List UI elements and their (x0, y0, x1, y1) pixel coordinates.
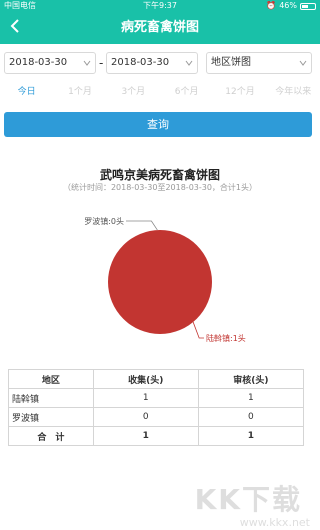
battery-text: 46% (279, 1, 297, 10)
chevron-down-icon (83, 60, 91, 66)
watermark-logo: KK下载 (194, 483, 302, 516)
pie-leader-line (126, 220, 158, 231)
chart-subtitle: （统计时间：2018-03-30至2018-03-30，合计1头） (62, 183, 258, 192)
status-right: ⏰ 46% (266, 0, 316, 12)
total-collected: 1 (92, 426, 199, 446)
watermark: KK下载 www.kkx.net (164, 478, 314, 530)
tab-12-months[interactable]: 12个月 (213, 84, 266, 100)
date-separator: - (99, 56, 104, 70)
reviewed-cell: 1 (197, 388, 305, 408)
watermark-url: www.kkx.net (239, 516, 310, 529)
data-table: 地区 收集(头) 审核(头) 陆斡镇 1 1 罗波镇 0 0 合 计 1 1 (8, 369, 305, 446)
end-date-select[interactable]: 2018-03-30 (106, 52, 198, 74)
alarm-icon: ⏰ (266, 1, 277, 10)
region-cell: 罗波镇 (8, 407, 94, 427)
region-cell: 陆斡镇 (8, 388, 94, 408)
chevron-down-icon (299, 60, 307, 66)
tab-year-to-date[interactable]: 今年以来 (267, 84, 320, 100)
chart-title: 武鸣京美病死畜禽饼图 (99, 168, 220, 182)
table-total-row: 合 计 1 1 (8, 426, 305, 446)
collected-cell: 1 (92, 388, 199, 408)
status-bar: 中国电信 下午9:37 ⏰ 46% (0, 0, 320, 12)
column-header-region: 地区 (8, 369, 94, 389)
chevron-down-icon (185, 60, 193, 66)
column-header-collected: 收集(头) (92, 369, 199, 389)
pie-slice-label: 罗波镇:0头 (84, 216, 124, 226)
start-date-select[interactable]: 2018-03-30 (4, 52, 96, 74)
table-row: 罗波镇 0 0 (8, 407, 305, 427)
column-header-reviewed: 审核(头) (197, 369, 305, 389)
end-date-value: 2018-03-30 (111, 57, 170, 68)
tab-1-month[interactable]: 1个月 (53, 84, 106, 100)
reviewed-cell: 0 (197, 407, 305, 427)
tab-3-months[interactable]: 3个月 (107, 84, 160, 100)
total-reviewed: 1 (197, 426, 305, 446)
tab-today[interactable]: 今日 (0, 84, 53, 100)
battery-icon (300, 2, 316, 10)
pie-slice-label: 陆斡镇:1头 (206, 333, 246, 343)
table-header-row: 地区 收集(头) 审核(头) (8, 369, 305, 389)
collected-cell: 0 (92, 407, 199, 427)
filter-bar: 2018-03-30 - 2018-03-30 地区饼图 (0, 52, 320, 74)
app-header: 中国电信 下午9:37 ⏰ 46% 病死畜禽饼图 (0, 0, 320, 44)
total-label: 合 计 (8, 426, 94, 446)
pie-slice (108, 230, 212, 334)
tab-6-months[interactable]: 6个月 (160, 84, 213, 100)
chart-type-select[interactable]: 地区饼图 (206, 52, 312, 74)
page-title: 病死畜禽饼图 (120, 20, 199, 35)
start-date-value: 2018-03-30 (9, 57, 68, 68)
chart-type-value: 地区饼图 (211, 57, 251, 68)
pie-chart: 罗波镇:0头陆斡镇:1头 (84, 216, 246, 343)
table-row: 陆斡镇 1 1 (8, 388, 305, 408)
pie-leader-line (192, 321, 204, 339)
period-tabs: 今日 1个月 3个月 6个月 12个月 今年以来 (0, 84, 320, 100)
query-button[interactable]: 查询 (4, 112, 312, 137)
battery-fill (302, 4, 308, 8)
